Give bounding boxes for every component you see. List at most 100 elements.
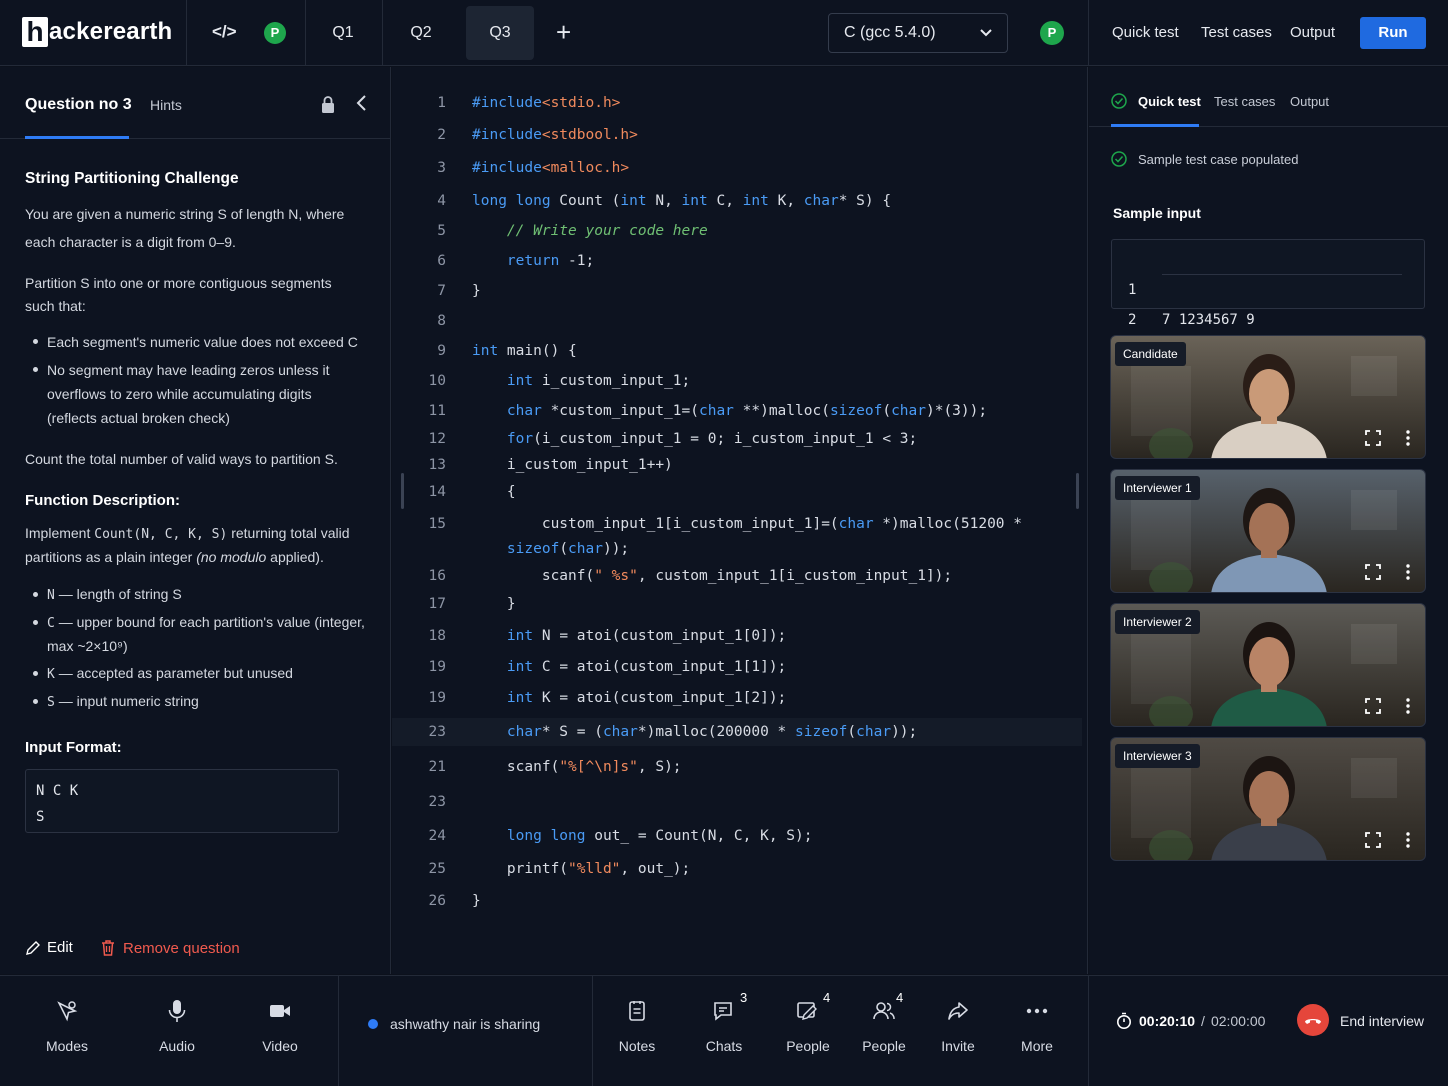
code-line[interactable]: 23 char* S = (char*)malloc(200000 * size… <box>392 718 1082 746</box>
function-heading: Function Description: <box>25 492 180 509</box>
code-view-icon[interactable]: </> <box>212 22 237 42</box>
splitter-handle[interactable] <box>401 473 404 509</box>
video-tile[interactable]: Interviewer 2 <box>1110 603 1426 727</box>
code-line[interactable]: 9 int main() { <box>392 337 1082 365</box>
code-line[interactable]: 2 #include<stdbool.h> <box>392 121 1082 149</box>
people-label: People <box>786 1038 830 1054</box>
chats-button[interactable]: 3 Chats <box>684 990 764 1054</box>
code-line[interactable]: 5 // Write your code here <box>392 217 1082 245</box>
sample-input-box[interactable]: 1 7 1234567 9 2 1234567 <box>1111 239 1426 358</box>
audio-button[interactable]: Audio <box>137 996 217 1054</box>
screen-share-status: ashwathy nair is sharing <box>368 1016 540 1032</box>
code-line[interactable]: 15 custom_input_1[i_custom_input_1]=(cha… <box>392 510 1082 538</box>
add-question-icon[interactable]: + <box>556 18 571 46</box>
code-line[interactable]: 6 return -1; <box>392 247 1082 275</box>
code-line[interactable]: sizeof(char)); <box>392 535 1082 563</box>
code-line[interactable]: 18 int N = atoi(custom_input_1[0]); <box>392 622 1082 650</box>
code-editor[interactable]: 1 #include<stdio.h> 2 #include<stdbool.h> 3 #… <box>392 67 1088 974</box>
code-line[interactable]: 14 { <box>392 478 1082 506</box>
sample-input-line: 1 7 1234567 9 <box>1112 245 1426 328</box>
more-options-icon[interactable] <box>1405 564 1411 584</box>
code-line[interactable]: 26} <box>392 887 1082 915</box>
code-line[interactable]: 25 printf("%lld", out_); <box>392 855 1082 883</box>
video-tile[interactable]: Candidate <box>1110 335 1426 459</box>
code-line[interactable]: 7} <box>392 277 1082 305</box>
more-button[interactable]: More <box>997 996 1077 1054</box>
output-link[interactable]: Output <box>1290 24 1335 41</box>
people-label: People <box>862 1038 906 1054</box>
param-desc: — input numeric string <box>58 693 199 709</box>
code-line[interactable]: 4 long long Count (int N, int C, int K, c… <box>392 187 1082 215</box>
test-cases-link[interactable]: Test cases <box>1201 24 1272 41</box>
end-call-icon[interactable] <box>1297 1004 1329 1036</box>
params-list: N — length of string S C — upper bound f… <box>25 583 365 714</box>
tab-q2[interactable]: Q2 <box>387 6 455 60</box>
code-text: char* S = (char*)malloc(200000 * sizeof(… <box>506 724 918 740</box>
code-line[interactable]: 13 i_custom_input_1++) <box>392 451 1082 479</box>
code-line[interactable]: 1 #include<stdio.h> <box>392 89 1082 117</box>
tab-test-cases[interactable]: Test cases <box>1214 94 1275 109</box>
question-intro: You are given a numeric string S of leng… <box>25 206 345 250</box>
splitter-handle[interactable] <box>1076 473 1079 509</box>
code-line[interactable]: 12 for(i_custom_input_1 = 0; i_custom_in… <box>392 425 1082 453</box>
param-desc: — accepted as parameter but unused <box>58 665 293 681</box>
fullscreen-icon[interactable] <box>1365 832 1381 852</box>
notes-icon <box>597 996 677 1026</box>
more-options-icon[interactable] <box>1405 832 1411 852</box>
notes-button[interactable]: Notes <box>597 996 677 1054</box>
code-text: custom_input_1[i_custom_input_1]=(char *… <box>472 516 1022 532</box>
edit-button[interactable]: Edit <box>25 939 73 956</box>
microphone-icon <box>137 996 217 1026</box>
people-button[interactable]: 4 People <box>844 990 924 1054</box>
video-button[interactable]: Video <box>240 996 320 1054</box>
tab-hints[interactable]: Hints <box>150 97 182 113</box>
quick-test-link[interactable]: Quick test <box>1112 24 1179 41</box>
fullscreen-icon[interactable] <box>1365 430 1381 450</box>
code-text: int N = atoi(custom_input_1[0]); <box>506 628 787 644</box>
video-tile[interactable]: Interviewer 3 <box>1110 737 1426 861</box>
more-options-icon[interactable] <box>1405 430 1411 450</box>
code-line[interactable]: 19 int K = atoi(custom_input_1[2]); <box>392 684 1082 712</box>
collapse-panel-icon[interactable] <box>356 93 368 119</box>
timer-separator: / <box>1201 1013 1205 1029</box>
fullscreen-icon[interactable] <box>1365 698 1381 718</box>
fullscreen-icon[interactable] <box>1365 564 1381 584</box>
tab-output[interactable]: Output <box>1290 94 1329 109</box>
code-line[interactable]: 8 <box>392 307 1082 335</box>
code-line[interactable]: 24 long long out_ = Count(N, C, K, S); <box>392 822 1082 850</box>
video-tile[interactable]: Interviewer 1 <box>1110 469 1426 593</box>
hackerearth-logo[interactable]: h ackerearth <box>22 16 172 48</box>
tab-quick-test[interactable]: Quick test <box>1138 94 1201 109</box>
people-edit-button[interactable]: 4 People <box>768 990 848 1054</box>
partition-intro: Partition S into one or more contiguous … <box>25 275 332 314</box>
tab-question[interactable]: Question no 3 <box>25 96 132 114</box>
modes-button[interactable]: Modes <box>27 996 107 1054</box>
language-select[interactable]: C (gcc 5.4.0) <box>828 13 1008 53</box>
invite-button[interactable]: Invite <box>918 996 998 1054</box>
lock-icon[interactable] <box>320 95 336 120</box>
code-line[interactable]: 19 int C = atoi(custom_input_1[1]); <box>392 653 1082 681</box>
more-label: More <box>1021 1038 1053 1054</box>
code-line[interactable]: 17 } <box>392 590 1082 618</box>
people-icon: 4 <box>844 990 924 1026</box>
code-line[interactable]: 3 #include<malloc.h> <box>392 154 1082 182</box>
code-line[interactable]: 21 scanf("%[^\n]s", S); <box>392 753 1082 781</box>
code-line[interactable]: 16 scanf(" %s", custom_input_1[i_custom_… <box>392 562 1082 590</box>
line-number: 3 <box>437 160 446 176</box>
run-button[interactable]: Run <box>1360 17 1426 49</box>
end-interview-button[interactable]: End interview <box>1340 1013 1424 1029</box>
code-line[interactable]: 23 <box>392 788 1082 816</box>
tab-q3[interactable]: Q3 <box>466 6 534 60</box>
function-pre: Implement <box>25 525 91 541</box>
chat-icon: 3 <box>684 990 764 1026</box>
line-number: 23 <box>428 794 446 810</box>
remove-question-button[interactable]: Remove question <box>100 939 240 957</box>
more-options-icon[interactable] <box>1405 698 1411 718</box>
list-item: Each segment's numeric value does not ex… <box>25 330 365 354</box>
code-text: long long Count (int N, int C, int K, ch… <box>472 193 892 209</box>
code-line[interactable]: 11 char *custom_input_1=(char **)malloc(… <box>392 397 1082 425</box>
tab-q1[interactable]: Q1 <box>309 6 377 60</box>
divider <box>592 976 593 1086</box>
timer-total: 02:00:00 <box>1210 1013 1266 1029</box>
code-line[interactable]: 10 int i_custom_input_1; <box>392 367 1082 395</box>
